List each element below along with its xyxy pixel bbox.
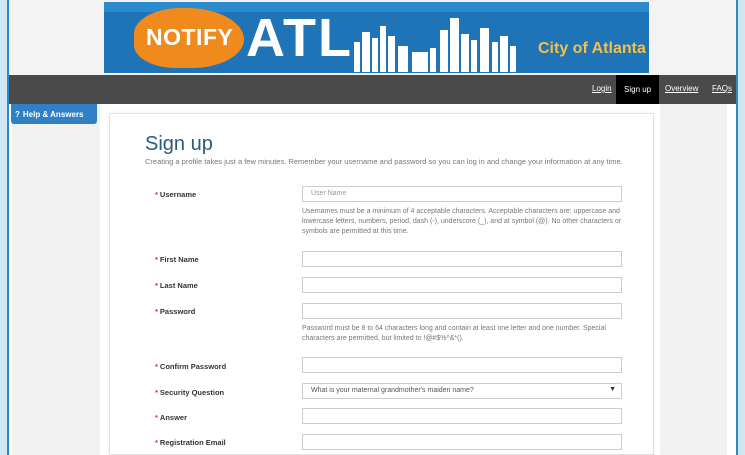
confirm-password-label: * Confirm Password bbox=[155, 362, 226, 371]
answer-label: * Answer bbox=[155, 413, 187, 422]
required-mark: * bbox=[155, 388, 158, 397]
password-input[interactable] bbox=[302, 303, 622, 319]
required-mark: * bbox=[155, 307, 158, 316]
answer-label-text: Answer bbox=[159, 413, 188, 422]
required-mark: * bbox=[155, 255, 158, 264]
required-mark: * bbox=[155, 190, 158, 199]
nav-login-link[interactable]: Login bbox=[592, 84, 612, 93]
registration-email-input[interactable] bbox=[302, 434, 622, 450]
confirm-password-label-text: Confirm Password bbox=[159, 362, 227, 371]
first-name-input[interactable] bbox=[302, 251, 622, 267]
nav-faqs-link[interactable]: FAQs bbox=[712, 84, 732, 93]
registration-email-label-text: Registration Email bbox=[159, 438, 226, 447]
question-icon: ? bbox=[15, 110, 20, 119]
top-nav: Login Sign up Overview FAQs bbox=[9, 75, 736, 104]
last-name-label-text: Last Name bbox=[159, 281, 198, 290]
username-input[interactable]: User Name bbox=[302, 186, 622, 202]
help-answers-label: Help & Answers bbox=[22, 110, 84, 119]
page-title: Sign up bbox=[145, 133, 213, 155]
nav-signup-tab[interactable]: Sign up bbox=[616, 75, 660, 104]
atl-logo-text: ATL bbox=[246, 8, 353, 68]
required-mark: * bbox=[155, 438, 158, 447]
required-mark: * bbox=[155, 281, 158, 290]
last-name-label: * Last Name bbox=[155, 281, 198, 290]
security-question-label: * Security Question bbox=[155, 388, 224, 397]
intro-text: Creating a profile takes just a few minu… bbox=[145, 157, 623, 166]
required-mark: * bbox=[155, 362, 158, 371]
username-help-text: Usernames must be a minimum of 4 accepta… bbox=[302, 208, 622, 235]
password-label: * Password bbox=[155, 307, 195, 316]
help-answers-tab[interactable]: ? Help & Answers bbox=[11, 104, 97, 124]
notify-logo-text: NOTIFY bbox=[146, 24, 234, 50]
skyline-icon bbox=[354, 18, 516, 72]
required-mark: * bbox=[155, 413, 158, 422]
header-banner: NOTIFY ATL City of Atlanta bbox=[9, 0, 736, 75]
city-of-atlanta-text: City of Atlanta bbox=[538, 40, 646, 57]
last-name-input[interactable] bbox=[302, 277, 622, 293]
first-name-label-text: First Name bbox=[159, 255, 199, 264]
security-question-select[interactable]: What is your maternal grandmother's maid… bbox=[302, 383, 622, 399]
confirm-password-input[interactable] bbox=[302, 357, 622, 373]
security-question-value: What is your maternal grandmother's maid… bbox=[311, 387, 474, 394]
username-label: * Username bbox=[155, 190, 196, 199]
first-name-label: * First Name bbox=[155, 255, 199, 264]
password-label-text: Password bbox=[159, 307, 196, 316]
right-gutter bbox=[660, 104, 727, 455]
username-label-text: Username bbox=[159, 190, 197, 199]
chevron-down-icon: ▼ bbox=[609, 386, 616, 393]
answer-input[interactable] bbox=[302, 408, 622, 424]
registration-email-label: * Registration Email bbox=[155, 438, 226, 447]
notify-atl-logo: NOTIFY ATL City of Atlanta bbox=[104, 2, 649, 73]
password-help-text: Password must be 8 to 64 characters long… bbox=[302, 325, 606, 342]
security-question-label-text: Security Question bbox=[159, 388, 225, 397]
left-gutter bbox=[12, 104, 100, 455]
nav-overview-link[interactable]: Overview bbox=[665, 84, 698, 93]
